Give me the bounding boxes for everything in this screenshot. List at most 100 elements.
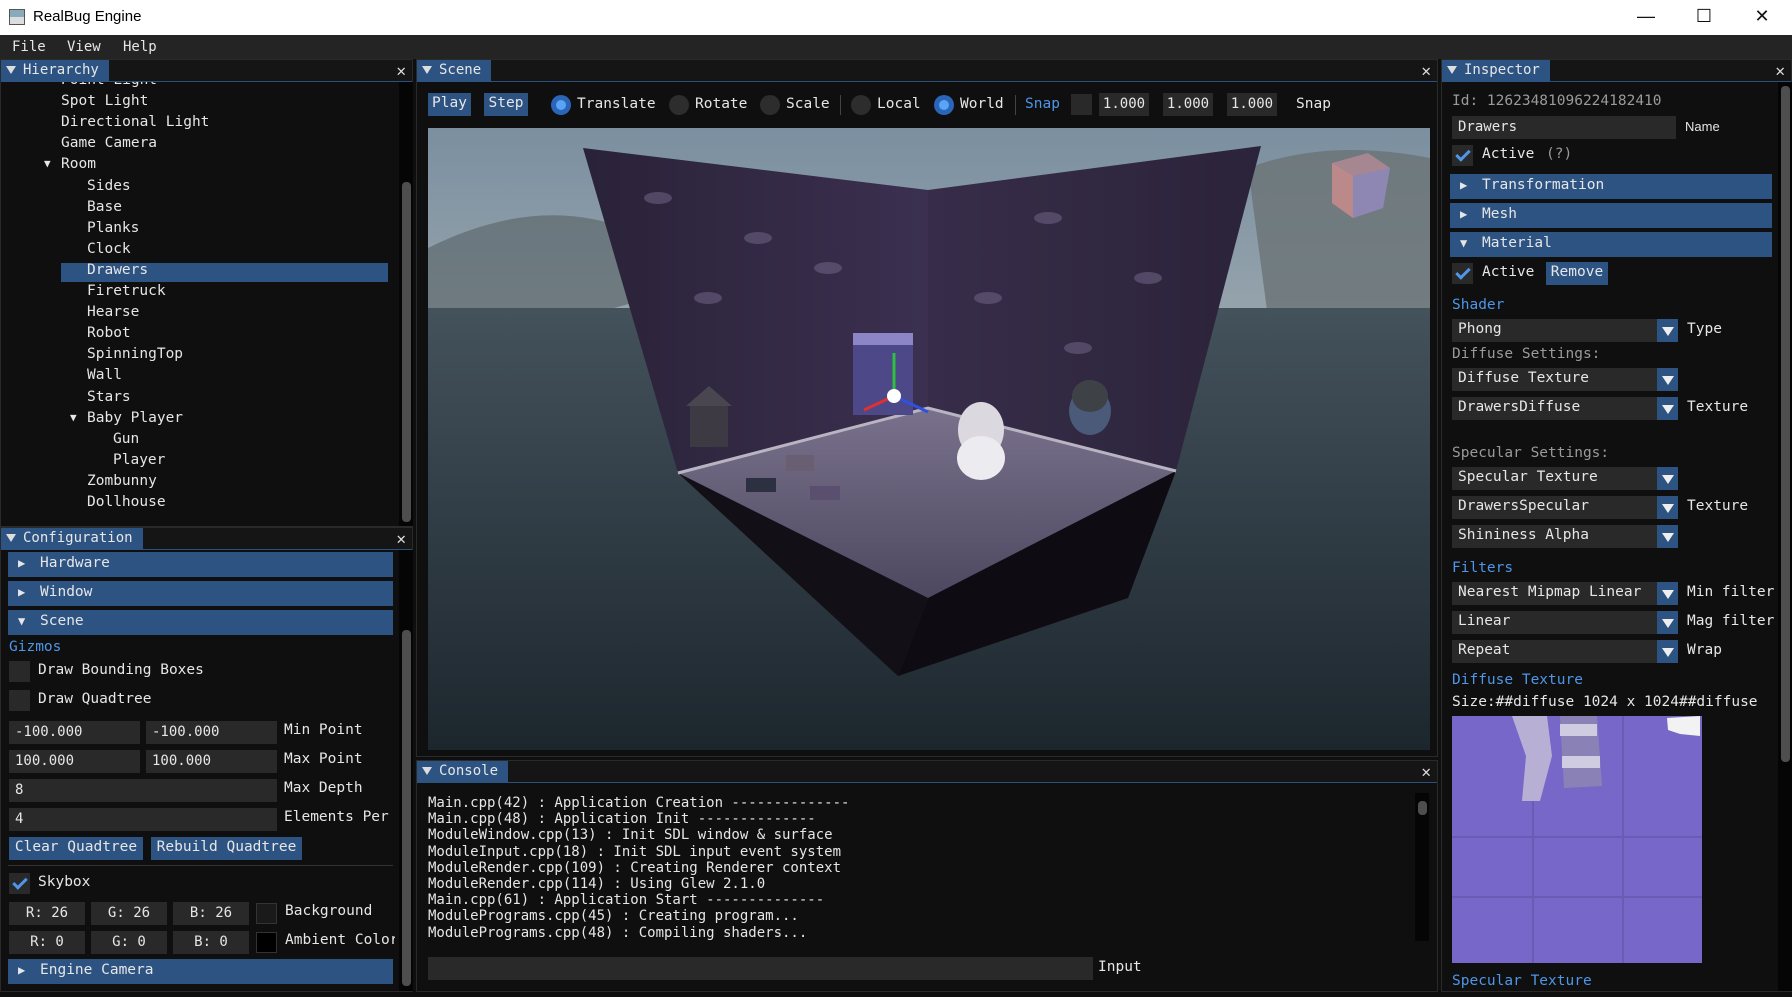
transformation-header[interactable]: ▶ Transformation: [1450, 174, 1772, 199]
clear-quadtree-button[interactable]: Clear Quadtree: [9, 837, 143, 860]
console-input[interactable]: [428, 957, 1093, 980]
chevron-down-icon[interactable]: [1657, 582, 1678, 605]
mag-filter-select[interactable]: Linear: [1452, 611, 1678, 634]
tree-item[interactable]: Wall: [87, 367, 122, 383]
window-header[interactable]: ▶ Window: [8, 581, 393, 606]
tree-item[interactable]: Dollhouse: [87, 494, 166, 510]
snap-x-input[interactable]: 1.000: [1099, 93, 1149, 116]
rebuild-quadtree-button[interactable]: Rebuild Quadtree: [151, 837, 302, 860]
tree-item[interactable]: Game Camera: [61, 135, 157, 151]
world-radio[interactable]: [934, 95, 954, 115]
tree-item[interactable]: Zombunny: [87, 473, 157, 489]
scrollbar-thumb[interactable]: [402, 182, 411, 522]
tree-item[interactable]: Planks: [87, 220, 139, 236]
scrollbar-thumb[interactable]: [1781, 86, 1790, 762]
diffuse-texture-select[interactable]: DrawersDiffuse: [1452, 397, 1678, 420]
menu-file[interactable]: File: [12, 39, 46, 55]
help-marker[interactable]: (?): [1546, 146, 1572, 162]
tree-item[interactable]: Sides: [87, 178, 131, 194]
specular-texture-select[interactable]: DrawersSpecular: [1452, 496, 1678, 519]
tree-item[interactable]: Clock: [87, 241, 131, 257]
configuration-tab[interactable]: Configuration: [1, 528, 143, 550]
draw-bounding-boxes-checkbox[interactable]: [9, 661, 30, 682]
collapse-icon[interactable]: [422, 66, 432, 74]
tree-item[interactable]: Directional Light: [61, 114, 209, 130]
background-color-swatch[interactable]: [256, 903, 277, 924]
tree-item[interactable]: Firetruck: [87, 283, 166, 299]
translate-radio[interactable]: [551, 95, 571, 115]
rotate-radio[interactable]: [669, 95, 689, 115]
local-radio[interactable]: [851, 95, 871, 115]
play-button[interactable]: Play: [428, 93, 471, 116]
material-active-checkbox[interactable]: [1452, 263, 1473, 284]
snap-y-input[interactable]: 1.000: [1163, 93, 1213, 116]
tree-item[interactable]: Baby Player: [87, 410, 183, 426]
background-g-input[interactable]: G: 26: [91, 902, 167, 925]
scrollbar[interactable]: [399, 82, 413, 526]
tree-item[interactable]: Room: [61, 156, 96, 172]
menu-view[interactable]: View: [67, 39, 101, 55]
minimize-icon[interactable]: —: [1617, 0, 1675, 35]
collapse-icon[interactable]: [1447, 66, 1457, 74]
min-point-y-input[interactable]: -100.000: [146, 721, 277, 744]
viewport-render[interactable]: [428, 128, 1430, 750]
chevron-down-icon[interactable]: [1657, 319, 1678, 342]
ambient-g-input[interactable]: G: 0: [91, 931, 167, 954]
active-checkbox[interactable]: [1452, 145, 1473, 166]
close-icon[interactable]: ✕: [1421, 61, 1431, 80]
min-point-x-input[interactable]: -100.000: [9, 721, 140, 744]
mesh-header[interactable]: ▶ Mesh: [1450, 203, 1772, 228]
console-tab[interactable]: Console: [417, 761, 509, 783]
scene-header[interactable]: ▼ Scene: [8, 610, 393, 635]
tree-item[interactable]: Stars: [87, 389, 131, 405]
expand-arrow-icon[interactable]: ▼: [70, 411, 77, 424]
elements-per-input[interactable]: 4: [9, 808, 277, 831]
expand-arrow-icon[interactable]: ▼: [44, 157, 51, 170]
snap-checkbox[interactable]: [1071, 94, 1092, 115]
close-icon[interactable]: ✕: [1775, 61, 1785, 80]
scrollbar[interactable]: [399, 550, 413, 991]
close-icon[interactable]: ✕: [396, 529, 406, 548]
tree-item[interactable]: Point Light: [61, 82, 157, 88]
ambient-color-swatch[interactable]: [256, 932, 277, 953]
close-icon[interactable]: ✕: [1733, 0, 1791, 35]
chevron-down-icon[interactable]: [1657, 611, 1678, 634]
skybox-checkbox[interactable]: [9, 873, 30, 894]
snap-z-input[interactable]: 1.000: [1227, 93, 1277, 116]
chevron-down-icon[interactable]: [1657, 640, 1678, 663]
material-header[interactable]: ▼ Material: [1450, 232, 1772, 257]
tree-item[interactable]: Drawers: [87, 262, 148, 278]
scrollbar-thumb[interactable]: [402, 630, 411, 986]
collapse-icon[interactable]: [6, 66, 16, 74]
remove-button[interactable]: Remove: [1546, 262, 1608, 285]
chevron-down-icon[interactable]: [1657, 368, 1678, 391]
diffuse-mode-select[interactable]: Diffuse Texture: [1452, 368, 1678, 391]
chevron-down-icon[interactable]: [1657, 467, 1678, 490]
shader-select[interactable]: Phong: [1452, 319, 1678, 342]
background-b-input[interactable]: B: 26: [173, 902, 249, 925]
collapse-icon[interactable]: [6, 534, 16, 542]
tree-item[interactable]: Hearse: [87, 304, 139, 320]
scrollbar-thumb[interactable]: [1418, 801, 1427, 815]
chevron-down-icon[interactable]: [1657, 496, 1678, 519]
scale-radio[interactable]: [760, 95, 780, 115]
chevron-down-icon[interactable]: [1657, 525, 1678, 548]
tree-item[interactable]: SpinningTop: [87, 346, 183, 362]
name-input[interactable]: Drawers: [1452, 116, 1676, 139]
scene-tab[interactable]: Scene: [417, 60, 492, 82]
hardware-header[interactable]: ▶ Hardware: [8, 552, 393, 577]
tree-item[interactable]: Player: [113, 452, 165, 468]
tree-item[interactable]: Base: [87, 199, 122, 215]
tree-item[interactable]: Gun: [113, 431, 139, 447]
shininess-select[interactable]: Shininess Alpha: [1452, 525, 1678, 548]
scene-viewport[interactable]: [428, 128, 1430, 750]
chevron-down-icon[interactable]: [1657, 397, 1678, 420]
tree-item[interactable]: Spot Light: [61, 93, 148, 109]
close-icon[interactable]: ✕: [396, 61, 406, 80]
max-point-y-input[interactable]: 100.000: [146, 750, 277, 773]
menu-help[interactable]: Help: [123, 39, 157, 55]
inspector-tab[interactable]: Inspector: [1442, 60, 1550, 82]
snap-toggle-button[interactable]: Snap: [1025, 96, 1060, 112]
max-depth-input[interactable]: 8: [9, 779, 277, 802]
background-r-input[interactable]: R: 26: [9, 902, 85, 925]
